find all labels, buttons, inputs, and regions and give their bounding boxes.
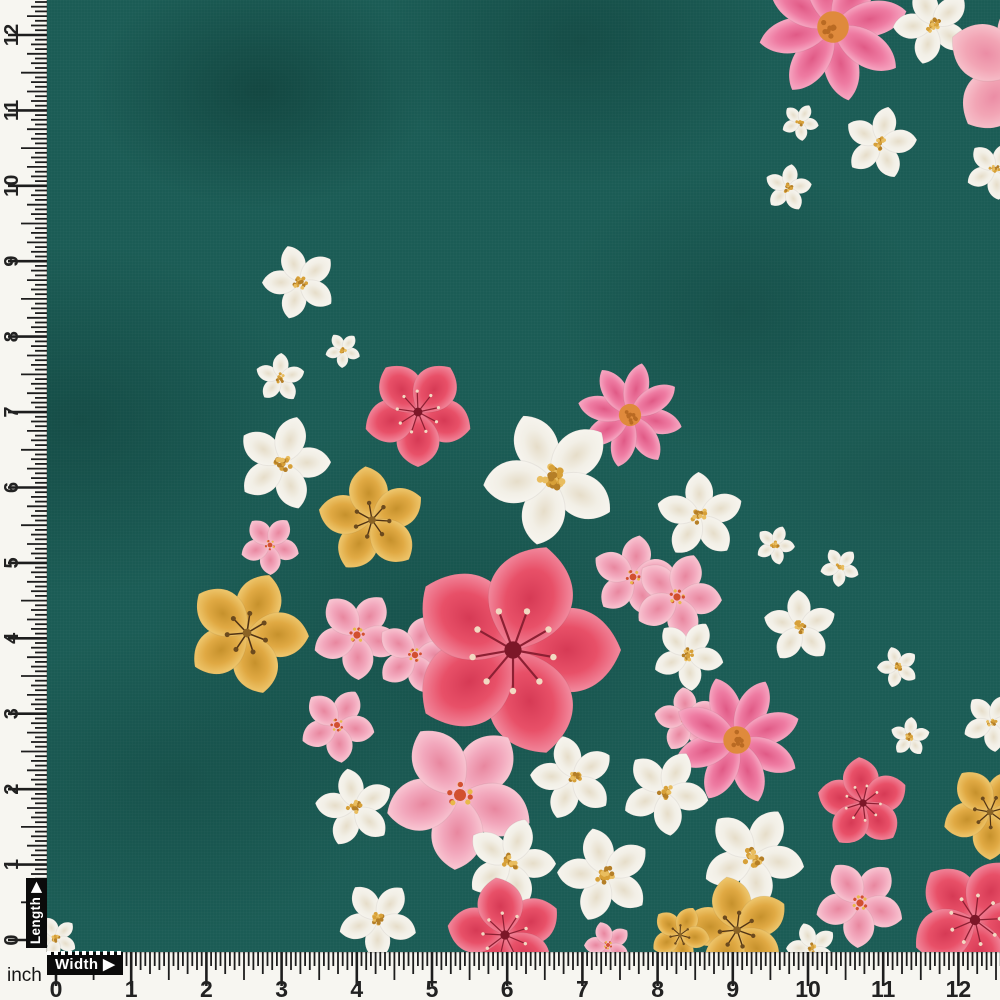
svg-text:8: 8 [1,331,23,342]
svg-text:2: 2 [200,976,213,1000]
fabric-listing-photo: 01234567891011120123456789101112 Length … [0,0,1000,1000]
svg-text:11: 11 [1,100,23,121]
svg-text:0: 0 [1,934,23,945]
svg-text:1: 1 [125,976,138,1000]
svg-text:4: 4 [1,632,23,644]
svg-text:4: 4 [350,976,363,1000]
svg-text:12: 12 [946,976,972,1000]
svg-text:10: 10 [1,175,23,197]
svg-text:11: 11 [871,976,896,1000]
measurement-rulers: 01234567891011120123456789101112 [0,0,1000,1000]
svg-text:3: 3 [275,976,288,1000]
length-label: Length ▶ [29,882,45,944]
svg-text:6: 6 [1,482,23,493]
svg-text:12: 12 [1,24,23,46]
svg-text:9: 9 [1,256,23,267]
svg-text:2: 2 [1,784,23,795]
svg-text:10: 10 [795,976,821,1000]
svg-text:0: 0 [50,976,63,1000]
svg-text:7: 7 [576,976,589,1000]
svg-text:7: 7 [1,406,23,417]
svg-text:3: 3 [1,708,23,719]
width-label-box: Width ▶ [47,952,123,975]
svg-text:1: 1 [1,859,23,870]
svg-text:5: 5 [426,976,439,1000]
svg-text:6: 6 [501,976,514,1000]
stitch-dotted-line [47,951,124,955]
svg-text:5: 5 [1,557,23,568]
length-label-box: Length ▶ [26,878,47,948]
svg-text:9: 9 [726,976,739,1000]
svg-text:8: 8 [651,976,664,1000]
width-label: Width ▶ [55,955,115,973]
inch-unit-label: inch [7,965,42,987]
